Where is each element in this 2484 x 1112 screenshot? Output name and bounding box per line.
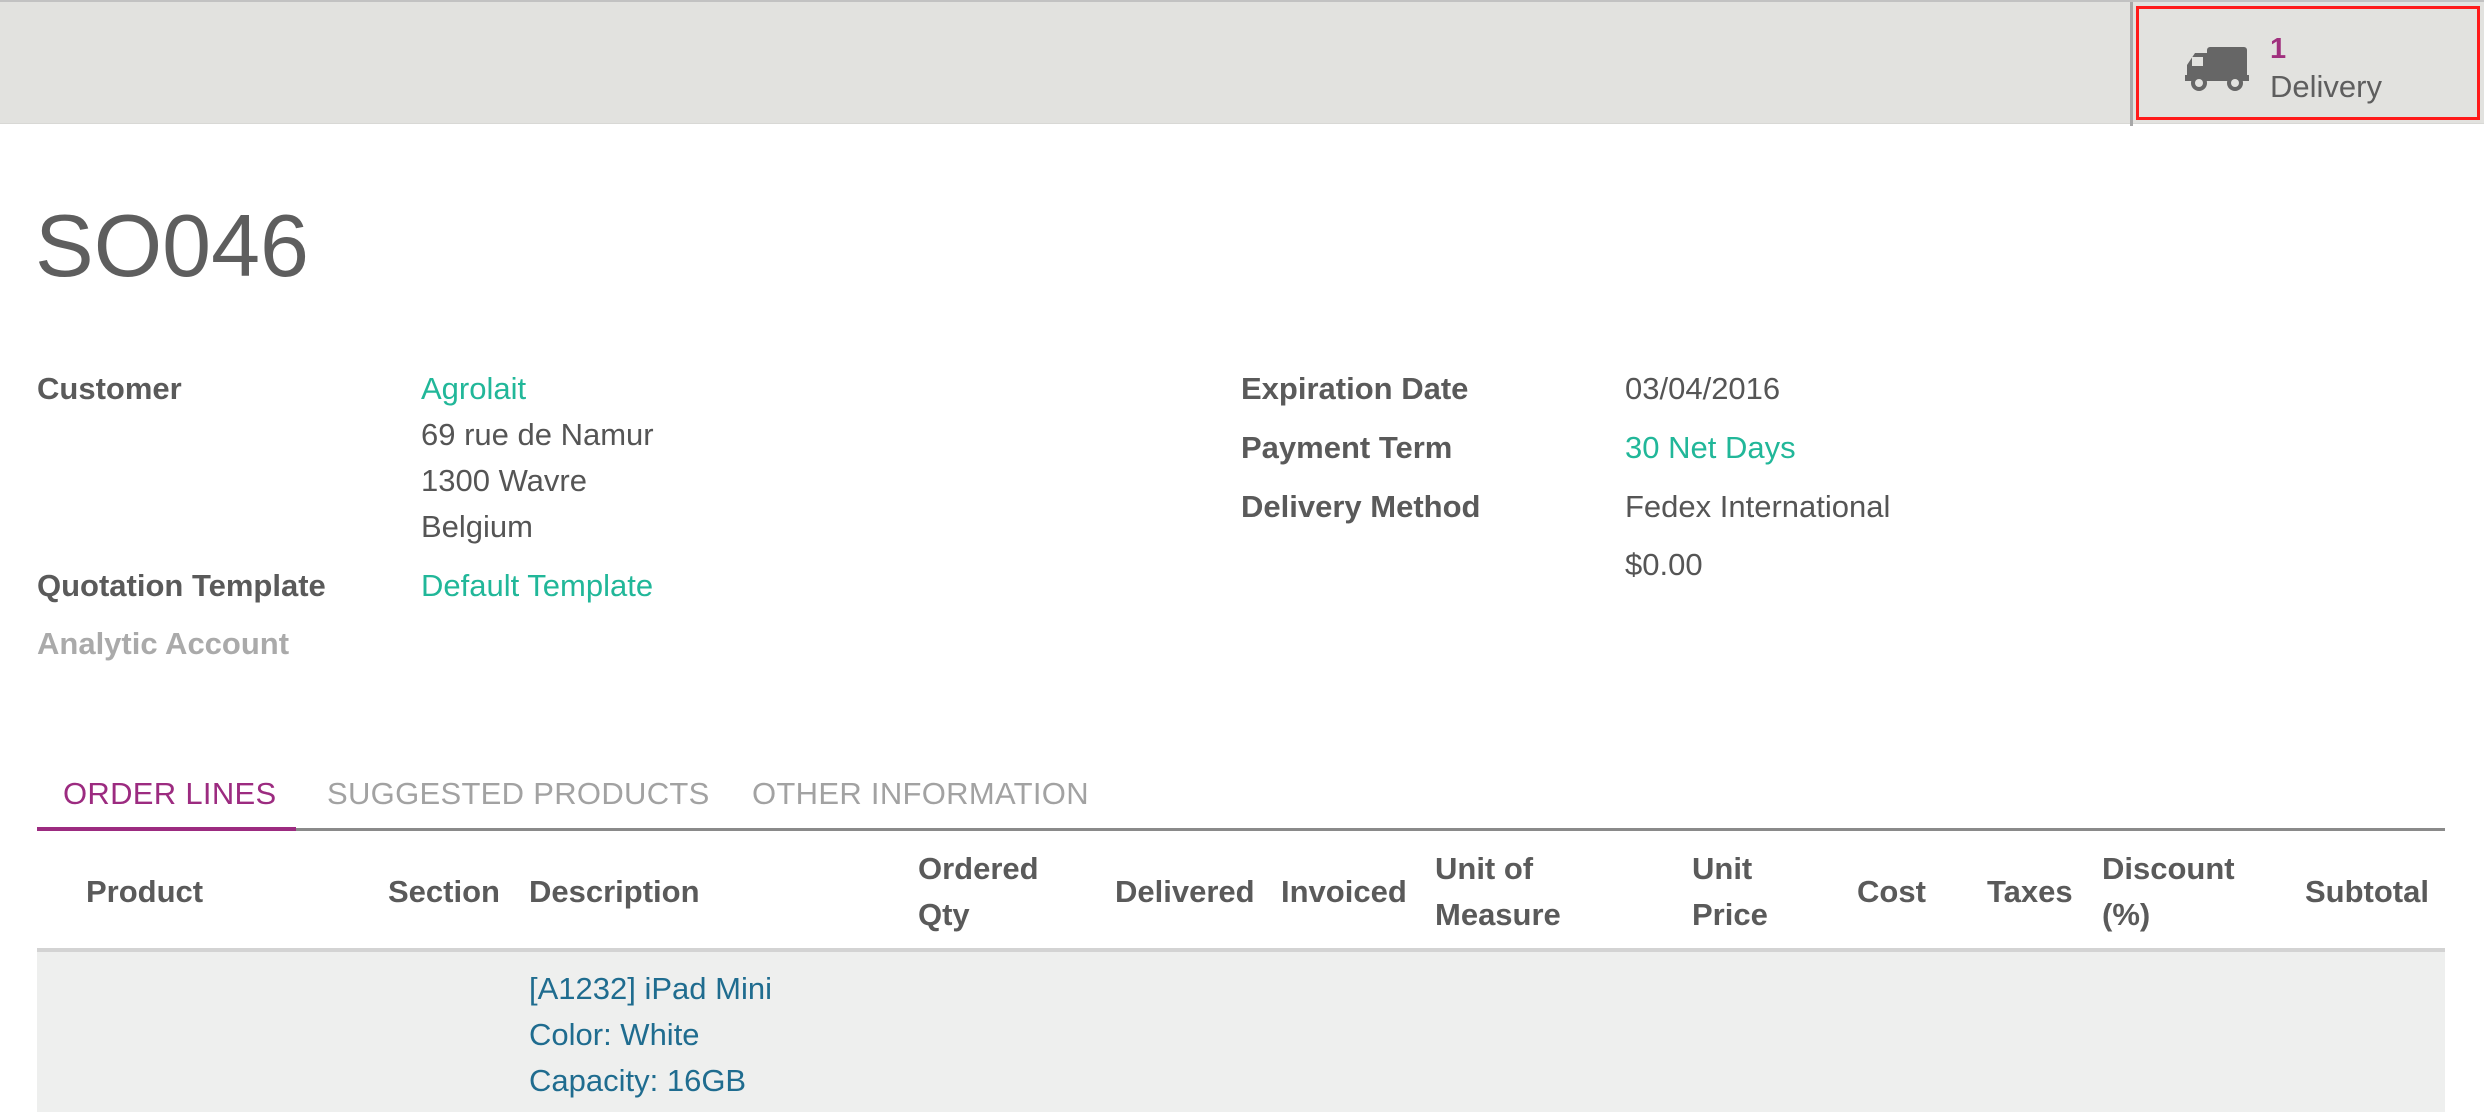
column-header-ordered-qty[interactable]: Ordered Qty [918, 846, 1039, 938]
active-tab-indicator [37, 827, 296, 831]
delivery-smart-button[interactable]: 1 Delivery [2136, 6, 2480, 120]
column-header-product[interactable]: Product [86, 869, 203, 915]
tab-order-lines[interactable]: ORDER LINES [63, 774, 276, 814]
record-title: SO046 [35, 196, 309, 295]
quotation-template-link[interactable]: Default Template [421, 566, 653, 606]
column-header-ordered-qty-line-2: Qty [918, 897, 970, 932]
column-header-unit-of-measure[interactable]: Unit of Measure [1435, 846, 1561, 938]
column-header-section[interactable]: Section [388, 869, 500, 915]
column-header-taxes[interactable]: Taxes [1987, 869, 2073, 915]
column-header-unit-price[interactable]: Unit Price [1692, 846, 1768, 938]
column-header-delivered[interactable]: Delivered [1115, 869, 1255, 915]
column-header-discount[interactable]: Discount (%) [2102, 846, 2235, 938]
payment-term-link[interactable]: 30 Net Days [1625, 428, 1796, 468]
column-header-description[interactable]: Description [529, 869, 700, 915]
control-panel: 1 Delivery [0, 0, 2484, 126]
column-header-unit-price-line-2: Price [1692, 897, 1768, 932]
column-header-subtotal[interactable]: Subtotal [2305, 869, 2429, 915]
customer-label: Customer [37, 371, 182, 406]
tab-other-information[interactable]: OTHER INFORMATION [752, 774, 1089, 814]
column-header-discount-line-2: (%) [2102, 897, 2151, 932]
expiration-date-value: 03/04/2016 [1625, 371, 1781, 406]
customer-address-line-3: Belgium [421, 509, 533, 544]
customer-link[interactable]: Agrolait [421, 369, 526, 409]
header-divider [2130, 2, 2133, 126]
delivery-count: 1 [2270, 33, 2287, 65]
column-header-invoiced[interactable]: Invoiced [1281, 869, 1407, 915]
row-description-line-3: Capacity: 16GB [529, 1063, 747, 1098]
column-header-cost[interactable]: Cost [1857, 869, 1926, 915]
column-header-ordered-qty-line-1: Ordered [918, 851, 1039, 886]
delivery-method-label: Delivery Method [1241, 489, 1481, 524]
tabs-divider [37, 828, 2445, 831]
quotation-template-label: Quotation Template [37, 568, 326, 603]
delivery-label: Delivery [2270, 69, 2382, 104]
analytic-account-label: Analytic Account [37, 626, 290, 661]
row-description-line-1: [A1232] iPad Mini [529, 971, 772, 1006]
delivery-price-value: $0.00 [1625, 547, 1703, 582]
analytic-account-field[interactable] [421, 624, 1021, 664]
row-description[interactable]: [A1232] iPad Mini Color: White Capacity:… [529, 966, 772, 1104]
column-header-unit-price-line-1: Unit [1692, 851, 1753, 886]
table-row[interactable] [37, 952, 2445, 1112]
delivery-method-value: Fedex International [1625, 489, 1891, 524]
column-header-uom-line-1: Unit of [1435, 851, 1534, 886]
expiration-date-label: Expiration Date [1241, 371, 1469, 406]
column-header-discount-line-1: Discount [2102, 851, 2235, 886]
row-description-line-2: Color: White [529, 1017, 700, 1052]
payment-term-label: Payment Term [1241, 430, 1453, 465]
customer-address-line-2: 1300 Wavre [421, 463, 587, 498]
tab-suggested-products[interactable]: SUGGESTED PRODUCTS [327, 774, 710, 814]
truck-icon [2185, 47, 2249, 91]
column-header-uom-line-2: Measure [1435, 897, 1561, 932]
customer-address-line-1: 69 rue de Namur [421, 417, 654, 452]
